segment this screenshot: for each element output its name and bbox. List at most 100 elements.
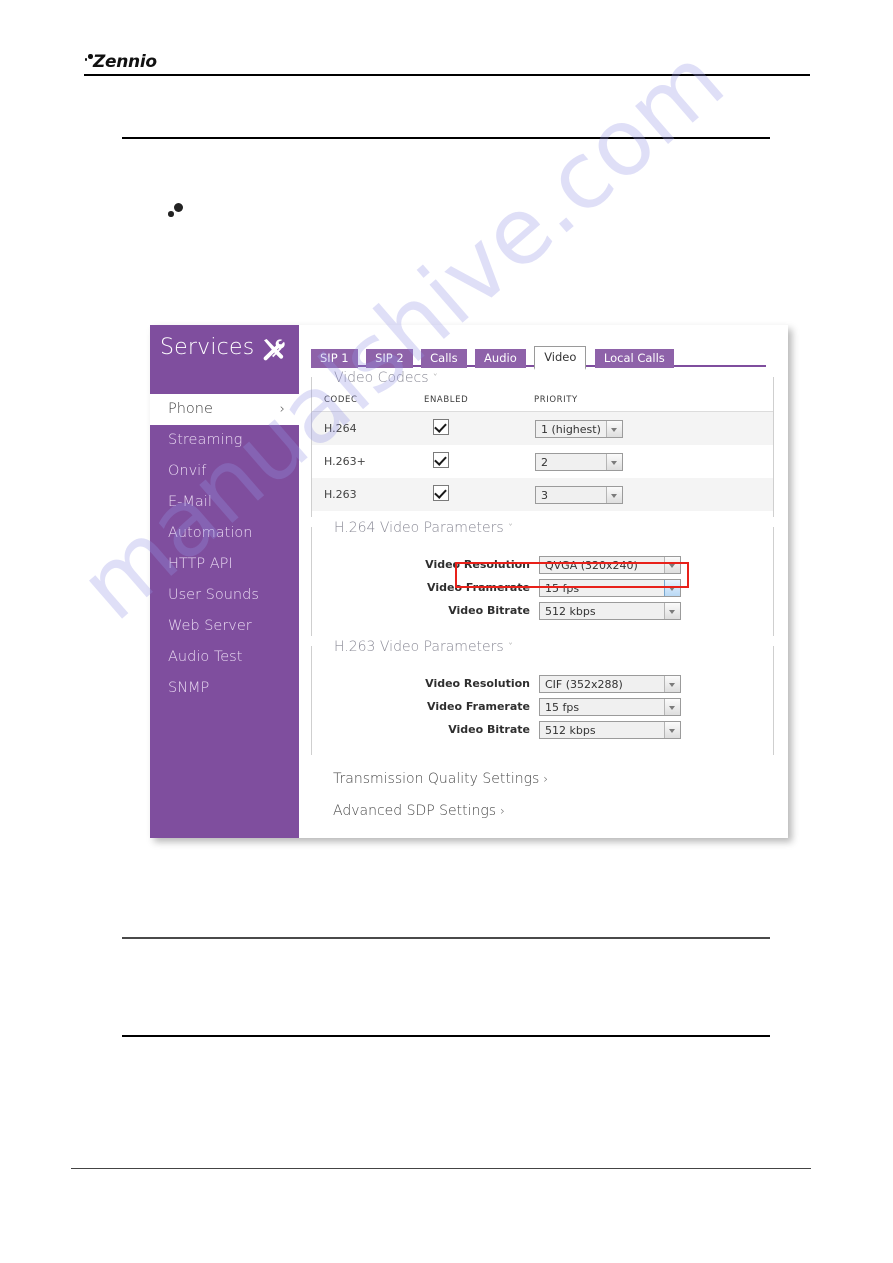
chevron-down-icon [606, 486, 622, 503]
h264-video-bitrate-row: Video Bitrate 512 kbps [312, 599, 773, 622]
chevron-down-icon [664, 721, 680, 738]
priority-cell: 2 [534, 445, 773, 478]
video-codecs-table: CODEC ENABLED PRIORITY H.264 1 (highest) [312, 395, 773, 511]
codec-name: H.263+ [324, 455, 366, 468]
sidebar-item-streaming[interactable]: Streaming [150, 425, 299, 456]
tab-bar: SIP 1 SIP 2 Calls Audio Video Local Call… [311, 339, 766, 370]
sidebar-header: Services [150, 325, 299, 380]
tab-video[interactable]: Video [534, 346, 587, 370]
caret-down-icon: ˇ [432, 372, 439, 385]
sidebar-item-label: Streaming [168, 432, 243, 448]
chevron-right-icon: › [279, 402, 285, 417]
section-rule-middle [122, 937, 770, 939]
priority-select-value: 3 [541, 488, 548, 502]
sidebar-item-label: Web Server [168, 618, 252, 634]
h263-parameters-panel: H.263 Video Parameters ˇ Video Resolution… [311, 637, 774, 755]
chevron-down-icon [606, 453, 622, 470]
tab-calls[interactable]: Calls [421, 349, 467, 368]
brand-logo-text: Zennio [93, 52, 157, 72]
h263-video-resolution-value: CIF (352x288) [545, 677, 623, 691]
sidebar-item-audio-test[interactable]: Audio Test [150, 642, 299, 673]
transmission-quality-settings-label: Transmission Quality Settings [333, 771, 540, 787]
h264-video-resolution-label: Video Resolution [425, 558, 530, 571]
priority-select-h264[interactable]: 1 (highest) [535, 419, 623, 438]
sidebar: Services Phone › Streaming Onvif E-Mail … [150, 325, 299, 838]
brand-logo-dots [84, 53, 93, 67]
column-header-priority: PRIORITY [534, 395, 773, 412]
sidebar-item-onvif[interactable]: Onvif [150, 456, 299, 487]
priority-select-h263[interactable]: 3 [535, 485, 623, 504]
chevron-right-icon: › [500, 804, 505, 818]
table-header-row: CODEC ENABLED PRIORITY [312, 395, 773, 412]
h264-video-resolution-select[interactable]: QVGA (320x240) [539, 555, 681, 574]
advanced-sdp-settings-label: Advanced SDP Settings [333, 803, 497, 819]
h263-parameters-title: H.263 Video Parameters ˇ [316, 637, 514, 661]
priority-select-value: 1 (highest) [541, 422, 601, 436]
h264-parameter-rows: Video Resolution QVGA (320x240) Video Fr… [312, 551, 773, 630]
bullet-marker-icon [168, 203, 184, 219]
h263-video-bitrate-row: Video Bitrate 512 kbps [312, 718, 773, 741]
sidebar-item-email[interactable]: E-Mail [150, 487, 299, 518]
h263-video-bitrate-label: Video Bitrate [448, 723, 530, 736]
priority-cell: 3 [534, 478, 773, 511]
h264-video-bitrate-select[interactable]: 512 kbps [539, 601, 681, 620]
sidebar-item-label: User Sounds [168, 587, 259, 603]
tools-icon [260, 337, 286, 363]
chevron-down-icon [664, 579, 680, 596]
sidebar-item-automation[interactable]: Automation [150, 518, 299, 549]
tab-sip-1[interactable]: SIP 1 [311, 349, 358, 368]
h264-video-framerate-select[interactable]: 15 fps [539, 578, 681, 597]
enabled-checkbox-h263[interactable] [433, 485, 449, 501]
priority-select-h263plus[interactable]: 2 [535, 452, 623, 471]
h263-video-resolution-select[interactable]: CIF (352x288) [539, 674, 681, 693]
sidebar-item-snmp[interactable]: SNMP [150, 673, 299, 704]
sidebar-item-label: Automation [168, 525, 253, 541]
chevron-down-icon [664, 698, 680, 715]
h264-parameters-panel: H.264 Video Parameters ˇ Video Resolution… [311, 518, 774, 636]
sidebar-item-label: Phone [168, 401, 213, 417]
enabled-cell [424, 445, 534, 478]
h263-video-resolution-row: Video Resolution CIF (352x288) [312, 672, 773, 695]
brand-logo: Zennio [84, 52, 157, 72]
table-row: H.264 1 (highest) [312, 411, 773, 445]
column-header-codec: CODEC [312, 395, 424, 412]
enabled-checkbox-h264[interactable] [433, 419, 449, 435]
content-area: SIP 1 SIP 2 Calls Audio Video Local Call… [299, 325, 788, 838]
sidebar-item-user-sounds[interactable]: User Sounds [150, 580, 299, 611]
h264-video-framerate-row: Video Framerate 15 fps [312, 576, 773, 599]
chevron-down-icon [664, 675, 680, 692]
column-header-enabled: ENABLED [424, 395, 534, 412]
tab-audio[interactable]: Audio [475, 349, 526, 368]
sidebar-item-phone[interactable]: Phone › [150, 394, 299, 425]
sidebar-item-label: SNMP [168, 680, 210, 696]
section-rule-lower [122, 1035, 770, 1037]
header-rule-top [84, 74, 810, 76]
chevron-down-icon [606, 420, 622, 437]
chevron-down-icon [664, 602, 680, 619]
h264-video-framerate-label: Video Framerate [427, 581, 530, 594]
app-screenshot: Services Phone › Streaming Onvif E-Mail … [150, 325, 788, 838]
priority-select-value: 2 [541, 455, 548, 469]
video-codecs-title: Video Codecs ˇ [316, 368, 439, 392]
h263-video-framerate-select[interactable]: 15 fps [539, 697, 681, 716]
h263-video-framerate-label: Video Framerate [427, 700, 530, 713]
h264-video-bitrate-value: 512 kbps [545, 604, 596, 618]
h264-video-resolution-value: QVGA (320x240) [545, 558, 638, 572]
tab-sip-2[interactable]: SIP 2 [366, 349, 413, 368]
priority-cell: 1 (highest) [534, 411, 773, 445]
caret-down-icon: ˇ [507, 522, 514, 535]
sidebar-item-label: HTTP API [168, 556, 233, 572]
codec-name: H.264 [312, 411, 424, 445]
h263-video-bitrate-select[interactable]: 512 kbps [539, 720, 681, 739]
table-row: H.263+ 2 [312, 445, 773, 478]
tab-local-calls[interactable]: Local Calls [594, 349, 674, 368]
enabled-checkbox-h263plus[interactable] [433, 452, 449, 468]
advanced-sdp-settings-section[interactable]: Advanced SDP Settings › [299, 803, 788, 819]
h264-parameters-title: H.264 Video Parameters ˇ [316, 518, 514, 542]
footer-rule [71, 1168, 811, 1170]
enabled-cell [424, 411, 534, 445]
sidebar-item-web-server[interactable]: Web Server [150, 611, 299, 642]
transmission-quality-settings-section[interactable]: Transmission Quality Settings › [299, 771, 788, 787]
caret-down-icon: ˇ [507, 641, 514, 654]
sidebar-item-http-api[interactable]: HTTP API [150, 549, 299, 580]
